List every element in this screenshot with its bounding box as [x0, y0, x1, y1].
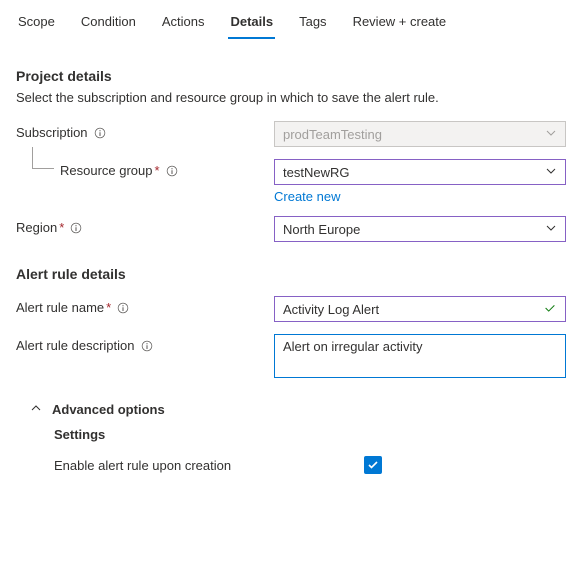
resource-group-label: Resource group	[60, 163, 153, 178]
tab-tags[interactable]: Tags	[297, 8, 328, 39]
advanced-options-toggle[interactable]: Advanced options	[30, 402, 566, 417]
subscription-label: Subscription	[16, 125, 88, 140]
region-label: Region	[16, 220, 57, 235]
subscription-select: prodTeamTesting	[274, 121, 566, 147]
alert-rule-name-label: Alert rule name	[16, 300, 104, 315]
chevron-down-icon	[545, 165, 557, 180]
tab-condition[interactable]: Condition	[79, 8, 138, 39]
alert-rule-details-heading: Alert rule details	[16, 266, 566, 282]
region-value: North Europe	[283, 222, 360, 237]
tab-actions[interactable]: Actions	[160, 8, 207, 39]
required-indicator: *	[59, 220, 64, 235]
subscription-value: prodTeamTesting	[283, 127, 382, 142]
tree-connector	[32, 147, 54, 169]
tab-details[interactable]: Details	[228, 8, 275, 39]
project-details-heading: Project details	[16, 68, 566, 84]
alert-rule-description-value: Alert on irregular activity	[283, 339, 422, 354]
required-indicator: *	[106, 300, 111, 315]
settings-heading: Settings	[54, 427, 566, 442]
chevron-up-icon	[30, 402, 42, 417]
alert-rule-name-value: Activity Log Alert	[283, 302, 379, 317]
chevron-down-icon	[545, 127, 557, 142]
region-select[interactable]: North Europe	[274, 216, 566, 242]
checkmark-icon	[543, 301, 557, 318]
info-icon[interactable]	[166, 165, 178, 177]
info-icon[interactable]	[117, 302, 129, 314]
info-icon[interactable]	[94, 127, 106, 139]
create-new-link[interactable]: Create new	[274, 189, 340, 204]
required-indicator: *	[155, 163, 160, 178]
chevron-down-icon	[545, 222, 557, 237]
project-details-description: Select the subscription and resource gro…	[16, 90, 566, 105]
tab-bar: Scope Condition Actions Details Tags Rev…	[0, 0, 582, 40]
enable-alert-rule-label: Enable alert rule upon creation	[54, 458, 364, 473]
alert-rule-description-label: Alert rule description	[16, 338, 135, 353]
enable-alert-rule-checkbox[interactable]	[364, 456, 382, 474]
alert-rule-description-input[interactable]: Alert on irregular activity	[274, 334, 566, 378]
advanced-options-label: Advanced options	[52, 402, 165, 417]
resource-group-value: testNewRG	[283, 165, 349, 180]
info-icon[interactable]	[141, 340, 153, 352]
alert-rule-name-input[interactable]: Activity Log Alert	[274, 296, 566, 322]
resource-group-select[interactable]: testNewRG	[274, 159, 566, 185]
tab-scope[interactable]: Scope	[16, 8, 57, 39]
info-icon[interactable]	[70, 222, 82, 234]
tab-review-create[interactable]: Review + create	[351, 8, 449, 39]
